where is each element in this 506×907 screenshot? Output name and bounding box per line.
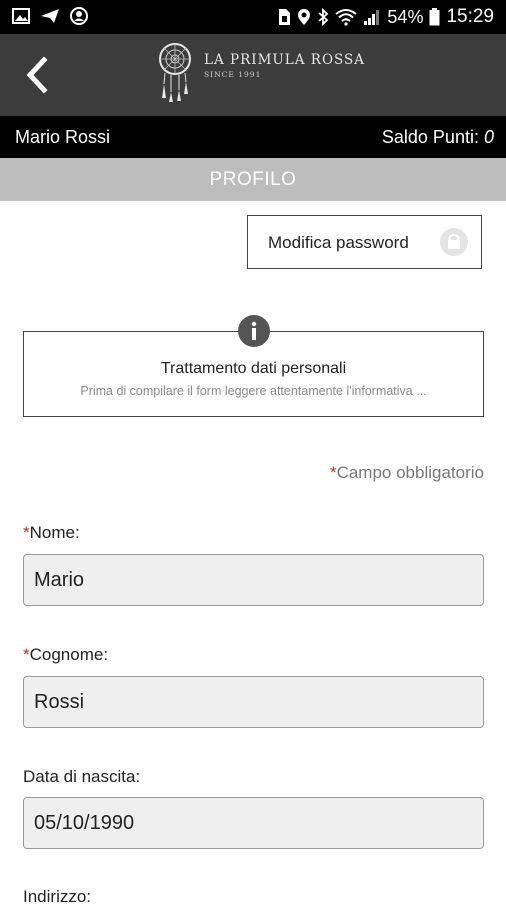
bluetooth-icon xyxy=(318,8,329,26)
location-icon xyxy=(298,9,311,25)
privacy-info-title: Trattamento dati personali xyxy=(160,360,347,377)
change-password-button[interactable]: Modifica password xyxy=(247,215,482,269)
change-password-label: Modifica password xyxy=(268,233,409,252)
address-label: Indirizzo: xyxy=(23,887,91,907)
required-asterisk: * xyxy=(23,523,30,542)
status-right-icons: 54% 15:29 xyxy=(277,6,494,28)
status-left-icons xyxy=(12,7,88,25)
brand-logo: LA PRIMULA ROSSA SINCE 1991 xyxy=(155,40,365,110)
battery-icon xyxy=(429,8,440,26)
last-name-input[interactable] xyxy=(23,676,484,728)
birth-date-label: Data di nascita: xyxy=(23,767,140,787)
required-field-note: *Campo obbligatorio xyxy=(330,463,484,483)
required-note-text: Campo obbligatorio xyxy=(336,463,484,482)
last-name-label-text: Cognome: xyxy=(29,645,109,664)
birth-date-label-text: Data di nascita: xyxy=(23,767,141,786)
last-name-label: *Cognome: xyxy=(23,645,108,665)
user-bar: Mario Rossi Saldo Punti: 0 xyxy=(0,116,506,158)
points-label: Saldo Punti: xyxy=(381,127,479,147)
points-balance: Saldo Punti: 0 xyxy=(382,127,494,148)
user-name: Mario Rossi xyxy=(15,127,111,147)
required-asterisk: * xyxy=(329,463,337,482)
battery-percent: 54% xyxy=(387,6,424,27)
first-name-input[interactable] xyxy=(23,554,484,606)
points-value: 0 xyxy=(483,127,494,147)
chevron-left-icon xyxy=(26,56,48,94)
signal-icon xyxy=(364,10,380,25)
birth-date-input[interactable] xyxy=(23,797,484,849)
wifi-icon xyxy=(335,9,358,26)
privacy-info-subtitle: Prima di compilare il form leggere atten… xyxy=(80,384,427,398)
back-button[interactable] xyxy=(18,52,58,98)
status-time: 15:29 xyxy=(446,6,494,27)
address-label-text: Indirizzo: xyxy=(23,887,92,906)
dreamcatcher-icon xyxy=(159,43,191,102)
app-header: LA PRIMULA ROSSA SINCE 1991 xyxy=(0,34,506,116)
status-bar: 54% 15:29 xyxy=(0,0,506,34)
required-asterisk: * xyxy=(23,645,30,664)
first-name-label: *Nome: xyxy=(23,523,80,543)
page-title: PROFILO xyxy=(0,158,506,201)
send-notification-icon xyxy=(41,9,59,23)
lock-icon xyxy=(440,228,468,256)
first-name-label-text: Nome: xyxy=(29,523,80,542)
sim-icon xyxy=(279,9,291,25)
image-notification-icon xyxy=(12,8,30,24)
logo-title: LA PRIMULA ROSSA xyxy=(204,52,366,68)
logo-subtitle: SINCE 1991 xyxy=(204,70,262,79)
info-icon xyxy=(238,315,270,347)
account-notification-icon xyxy=(70,7,88,25)
